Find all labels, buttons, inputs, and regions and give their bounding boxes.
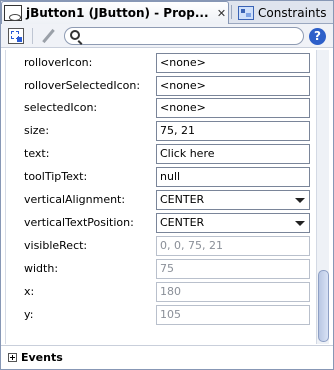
properties-icon — [4, 5, 22, 21]
property-label: rolloverSelectedIcon: — [24, 79, 141, 92]
property-row-tooltip-text: toolTipText: null — [6, 166, 317, 188]
property-value-field[interactable]: Click here — [156, 144, 310, 164]
property-value-field: 180 — [156, 282, 310, 302]
property-label: y: — [24, 308, 34, 321]
toolbar: ? — [0, 24, 334, 48]
property-label: verticalAlignment: — [24, 193, 126, 206]
property-row-vertical-alignment: verticalAlignment: CENTER — [6, 189, 317, 211]
property-row-rollover-icon: rolloverIcon: <none> — [6, 52, 317, 74]
property-row-vertical-text-position: verticalTextPosition: CENTER — [6, 212, 317, 234]
property-value-field: 0, 0, 75, 21 — [156, 236, 310, 256]
property-row-selected-icon: selectedIcon: <none> — [6, 97, 317, 119]
sort-by-category-icon[interactable] — [8, 28, 24, 44]
help-icon[interactable]: ? — [309, 28, 326, 45]
tab-strip: jButton1 (JButton) - Prop... ✕ Constrain… — [0, 0, 334, 24]
property-label: verticalTextPosition: — [24, 216, 134, 229]
property-value-field[interactable]: 75, 21 — [156, 121, 310, 141]
vertical-text-position-dropdown[interactable]: CENTER — [156, 213, 310, 233]
property-row-text: text: Click here — [6, 143, 317, 165]
dropdown-value: CENTER — [160, 216, 205, 229]
events-category-label: Events — [21, 351, 63, 364]
events-category[interactable]: Events — [0, 345, 334, 369]
toolbar-separator — [32, 28, 33, 44]
property-sheet: rolloverIcon: <none> rolloverSelectedIco… — [5, 50, 316, 344]
property-label: visibleRect: — [24, 239, 88, 252]
constraints-icon — [238, 5, 254, 20]
search-icon — [70, 30, 80, 40]
property-label: selectedIcon: — [24, 101, 98, 114]
property-row-rollover-selected-icon: rolloverSelectedIcon: <none> — [6, 75, 317, 97]
tab-properties[interactable]: jButton1 (JButton) - Prop... ✕ — [1, 1, 229, 24]
expand-plus-icon[interactable] — [8, 353, 17, 362]
tab-properties-label: jButton1 (JButton) - Prop... — [26, 6, 209, 20]
property-row-size: size: 75, 21 — [6, 120, 317, 142]
scrollbar-thumb[interactable] — [318, 270, 329, 342]
tab-constraints-label: Constraints — [258, 5, 327, 20]
search-box[interactable] — [64, 27, 304, 45]
property-label: size: — [24, 124, 50, 137]
property-value-field[interactable]: <none> — [156, 98, 310, 118]
property-label: text: — [24, 147, 50, 160]
tab-constraints[interactable]: Constraints — [228, 1, 328, 24]
property-label: width: — [24, 262, 59, 275]
property-value-field: 75 — [156, 259, 310, 279]
property-label: x: — [24, 285, 35, 298]
vertical-scrollbar[interactable] — [316, 50, 329, 344]
property-value-field[interactable]: <none> — [156, 53, 310, 73]
property-value-field: 105 — [156, 305, 310, 325]
property-value-field[interactable]: null — [156, 167, 310, 187]
property-row-y: y: 105 — [6, 304, 317, 326]
vertical-alignment-dropdown[interactable]: CENTER — [156, 190, 310, 210]
property-row-width: width: 75 — [6, 258, 317, 280]
dropdown-value: CENTER — [160, 193, 205, 206]
close-icon[interactable]: ✕ — [217, 7, 227, 20]
chevron-down-icon[interactable] — [295, 198, 305, 203]
pencil-icon[interactable] — [40, 28, 56, 44]
property-label: toolTipText: — [24, 170, 88, 183]
search-input[interactable] — [85, 29, 297, 43]
property-value-field[interactable]: <none> — [156, 76, 310, 96]
property-row-visible-rect: visibleRect: 0, 0, 75, 21 — [6, 235, 317, 257]
property-row-x: x: 180 — [6, 281, 317, 303]
chevron-down-icon[interactable] — [295, 221, 305, 226]
property-label: rolloverIcon: — [24, 56, 93, 69]
